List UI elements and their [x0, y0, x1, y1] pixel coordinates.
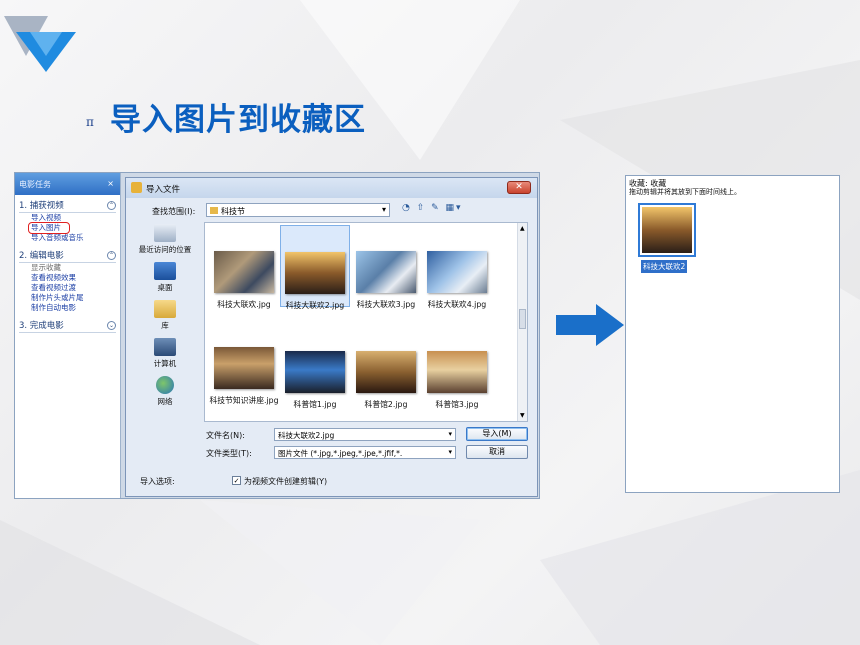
- close-icon[interactable]: ×: [107, 179, 114, 188]
- folder-icon: [210, 207, 218, 214]
- collection-hint: 拖动剪辑并将其放到下面时间线上。: [629, 188, 741, 196]
- dialog-titlebar[interactable]: 导入文件 ✕: [126, 178, 537, 198]
- create-clips-checkbox[interactable]: ✓: [232, 476, 241, 485]
- import-button[interactable]: 导入(M): [466, 427, 528, 441]
- file-item[interactable]: 科技节知识讲座.jpg: [209, 343, 279, 406]
- file-item[interactable]: 科普馆3.jpg: [422, 347, 492, 410]
- image-thumbnail: [214, 251, 274, 293]
- image-thumbnail: [285, 252, 345, 294]
- folder-icon: [131, 182, 142, 193]
- filetype-label: 文件类型(T):: [206, 449, 252, 458]
- section-title[interactable]: 2. 编辑电影 ⌃: [19, 249, 116, 263]
- scroll-down-icon[interactable]: ▼: [520, 412, 525, 419]
- file-item[interactable]: 科技大联欢4.jpg: [422, 247, 492, 310]
- image-thumbnail: [427, 251, 487, 293]
- import-pictures-link[interactable]: 导入图片: [28, 222, 70, 234]
- filetype-select[interactable]: 图片文件 (*.jpg,*.jpeg,*.jpe,*.jfif,*. ▾: [274, 446, 456, 459]
- cancel-button[interactable]: 取消: [466, 445, 528, 459]
- section-title[interactable]: 3. 完成电影 ⌄: [19, 319, 116, 333]
- file-list: 科技大联欢.jpg 科技大联欢2.jpg 科技大联欢3.jpg 科技大联欢4.j…: [204, 222, 528, 422]
- chevron-down-icon[interactable]: ▾: [382, 205, 386, 214]
- import-file-dialog: 导入文件 ✕ 查找范围(I): 科技节 ▾ ◔ ⇧ ✎ ▦▾ 最近访问的位置 桌…: [125, 177, 538, 497]
- places-bar: 最近访问的位置 桌面 库 计算机 网络: [132, 224, 198, 414]
- place-desktop[interactable]: 桌面: [132, 262, 198, 293]
- show-collections-text: 显示收藏: [31, 263, 61, 272]
- view-video-effects-link[interactable]: 查看视频效果: [19, 273, 116, 283]
- close-button[interactable]: ✕: [507, 181, 531, 194]
- import-audio-link[interactable]: 导入音频或音乐: [19, 233, 116, 243]
- collapse-icon[interactable]: ⌃: [107, 200, 116, 210]
- collection-clip[interactable]: [638, 203, 696, 257]
- network-icon: [156, 376, 174, 394]
- filename-input[interactable]: 科技大联欢2.jpg ▾: [274, 428, 456, 441]
- filename-label: 文件名(N):: [206, 431, 245, 440]
- computer-icon: [154, 338, 176, 356]
- chevron-down-icon[interactable]: ▾: [448, 448, 452, 456]
- section-finish-movie: 3. 完成电影 ⌄: [15, 315, 120, 335]
- navigation-toolbar[interactable]: ◔ ⇧ ✎ ▦▾: [402, 203, 463, 213]
- place-recent[interactable]: 最近访问的位置: [132, 224, 198, 255]
- image-thumbnail: [214, 347, 274, 389]
- bullet-glyph: π: [86, 115, 94, 129]
- make-titles-link[interactable]: 制作片头或片尾: [19, 293, 116, 303]
- movie-maker-screenshot: 电影任务 × 1. 捕获视频 ⌃ 导入视频 导入图片 导入音频或音乐 2. 编辑…: [14, 172, 540, 499]
- section-edit-movie: 2. 编辑电影 ⌃ 显示收藏 查看视频效果 查看视频过渡 制作片头或片尾 制作自…: [15, 245, 120, 315]
- image-thumbnail: [285, 351, 345, 393]
- scroll-thumb[interactable]: [519, 309, 526, 329]
- file-item[interactable]: 科普馆2.jpg: [351, 347, 421, 410]
- place-libraries[interactable]: 库: [132, 300, 198, 331]
- import-options-label: 导入选项:: [140, 477, 175, 486]
- clip-label[interactable]: 科技大联欢2: [641, 260, 688, 273]
- image-thumbnail: [642, 207, 692, 253]
- file-item[interactable]: 科技大联欢.jpg: [209, 247, 279, 310]
- library-icon: [154, 300, 176, 318]
- file-item[interactable]: 科普馆1.jpg: [280, 347, 350, 410]
- image-thumbnail: [356, 351, 416, 393]
- slide-title: 导入图片到收藏区: [110, 102, 366, 138]
- place-computer[interactable]: 计算机: [132, 338, 198, 369]
- view-video-transitions-link[interactable]: 查看视频过渡: [19, 283, 116, 293]
- section-capture-video: 1. 捕获视频 ⌃ 导入视频 导入图片 导入音频或音乐: [15, 195, 120, 245]
- dialog-title: 导入文件: [146, 185, 181, 195]
- look-in-dropdown[interactable]: 科技节 ▾: [206, 203, 390, 217]
- chevron-down-icon[interactable]: ▾: [448, 430, 452, 438]
- expand-icon[interactable]: ⌄: [107, 320, 116, 330]
- create-clips-label[interactable]: 为视频文件创建剪辑(Y): [244, 476, 327, 487]
- look-in-label: 查找范围(I):: [152, 207, 196, 216]
- recent-places-icon: [154, 224, 176, 242]
- section-title[interactable]: 1. 捕获视频 ⌃: [19, 199, 116, 213]
- image-thumbnail: [427, 351, 487, 393]
- scroll-up-icon[interactable]: ▲: [520, 225, 525, 232]
- tasks-pane-header: 电影任务 ×: [15, 173, 120, 195]
- image-thumbnail: [356, 251, 416, 293]
- vertical-scrollbar[interactable]: ▲ ▼: [517, 223, 527, 421]
- movie-tasks-pane: 电影任务 × 1. 捕获视频 ⌃ 导入视频 导入图片 导入音频或音乐 2. 编辑…: [15, 173, 121, 498]
- arrow-right-icon: [556, 304, 624, 346]
- tasks-pane-title: 电影任务: [19, 180, 51, 189]
- make-automovie-link[interactable]: 制作自动电影: [19, 303, 116, 313]
- place-network[interactable]: 网络: [132, 376, 198, 407]
- import-video-link[interactable]: 导入视频: [19, 213, 116, 223]
- collapse-icon[interactable]: ⌃: [107, 250, 116, 260]
- file-item[interactable]: 科技大联欢3.jpg: [351, 247, 421, 310]
- collection-pane: 收藏: 收藏 拖动剪辑并将其放到下面时间线上。 科技大联欢2: [625, 175, 840, 493]
- logo-triangles-icon: [4, 16, 76, 72]
- file-item-selected[interactable]: 科技大联欢2.jpg: [280, 225, 350, 310]
- collection-header: 收藏: 收藏: [629, 179, 667, 188]
- desktop-icon: [154, 262, 176, 280]
